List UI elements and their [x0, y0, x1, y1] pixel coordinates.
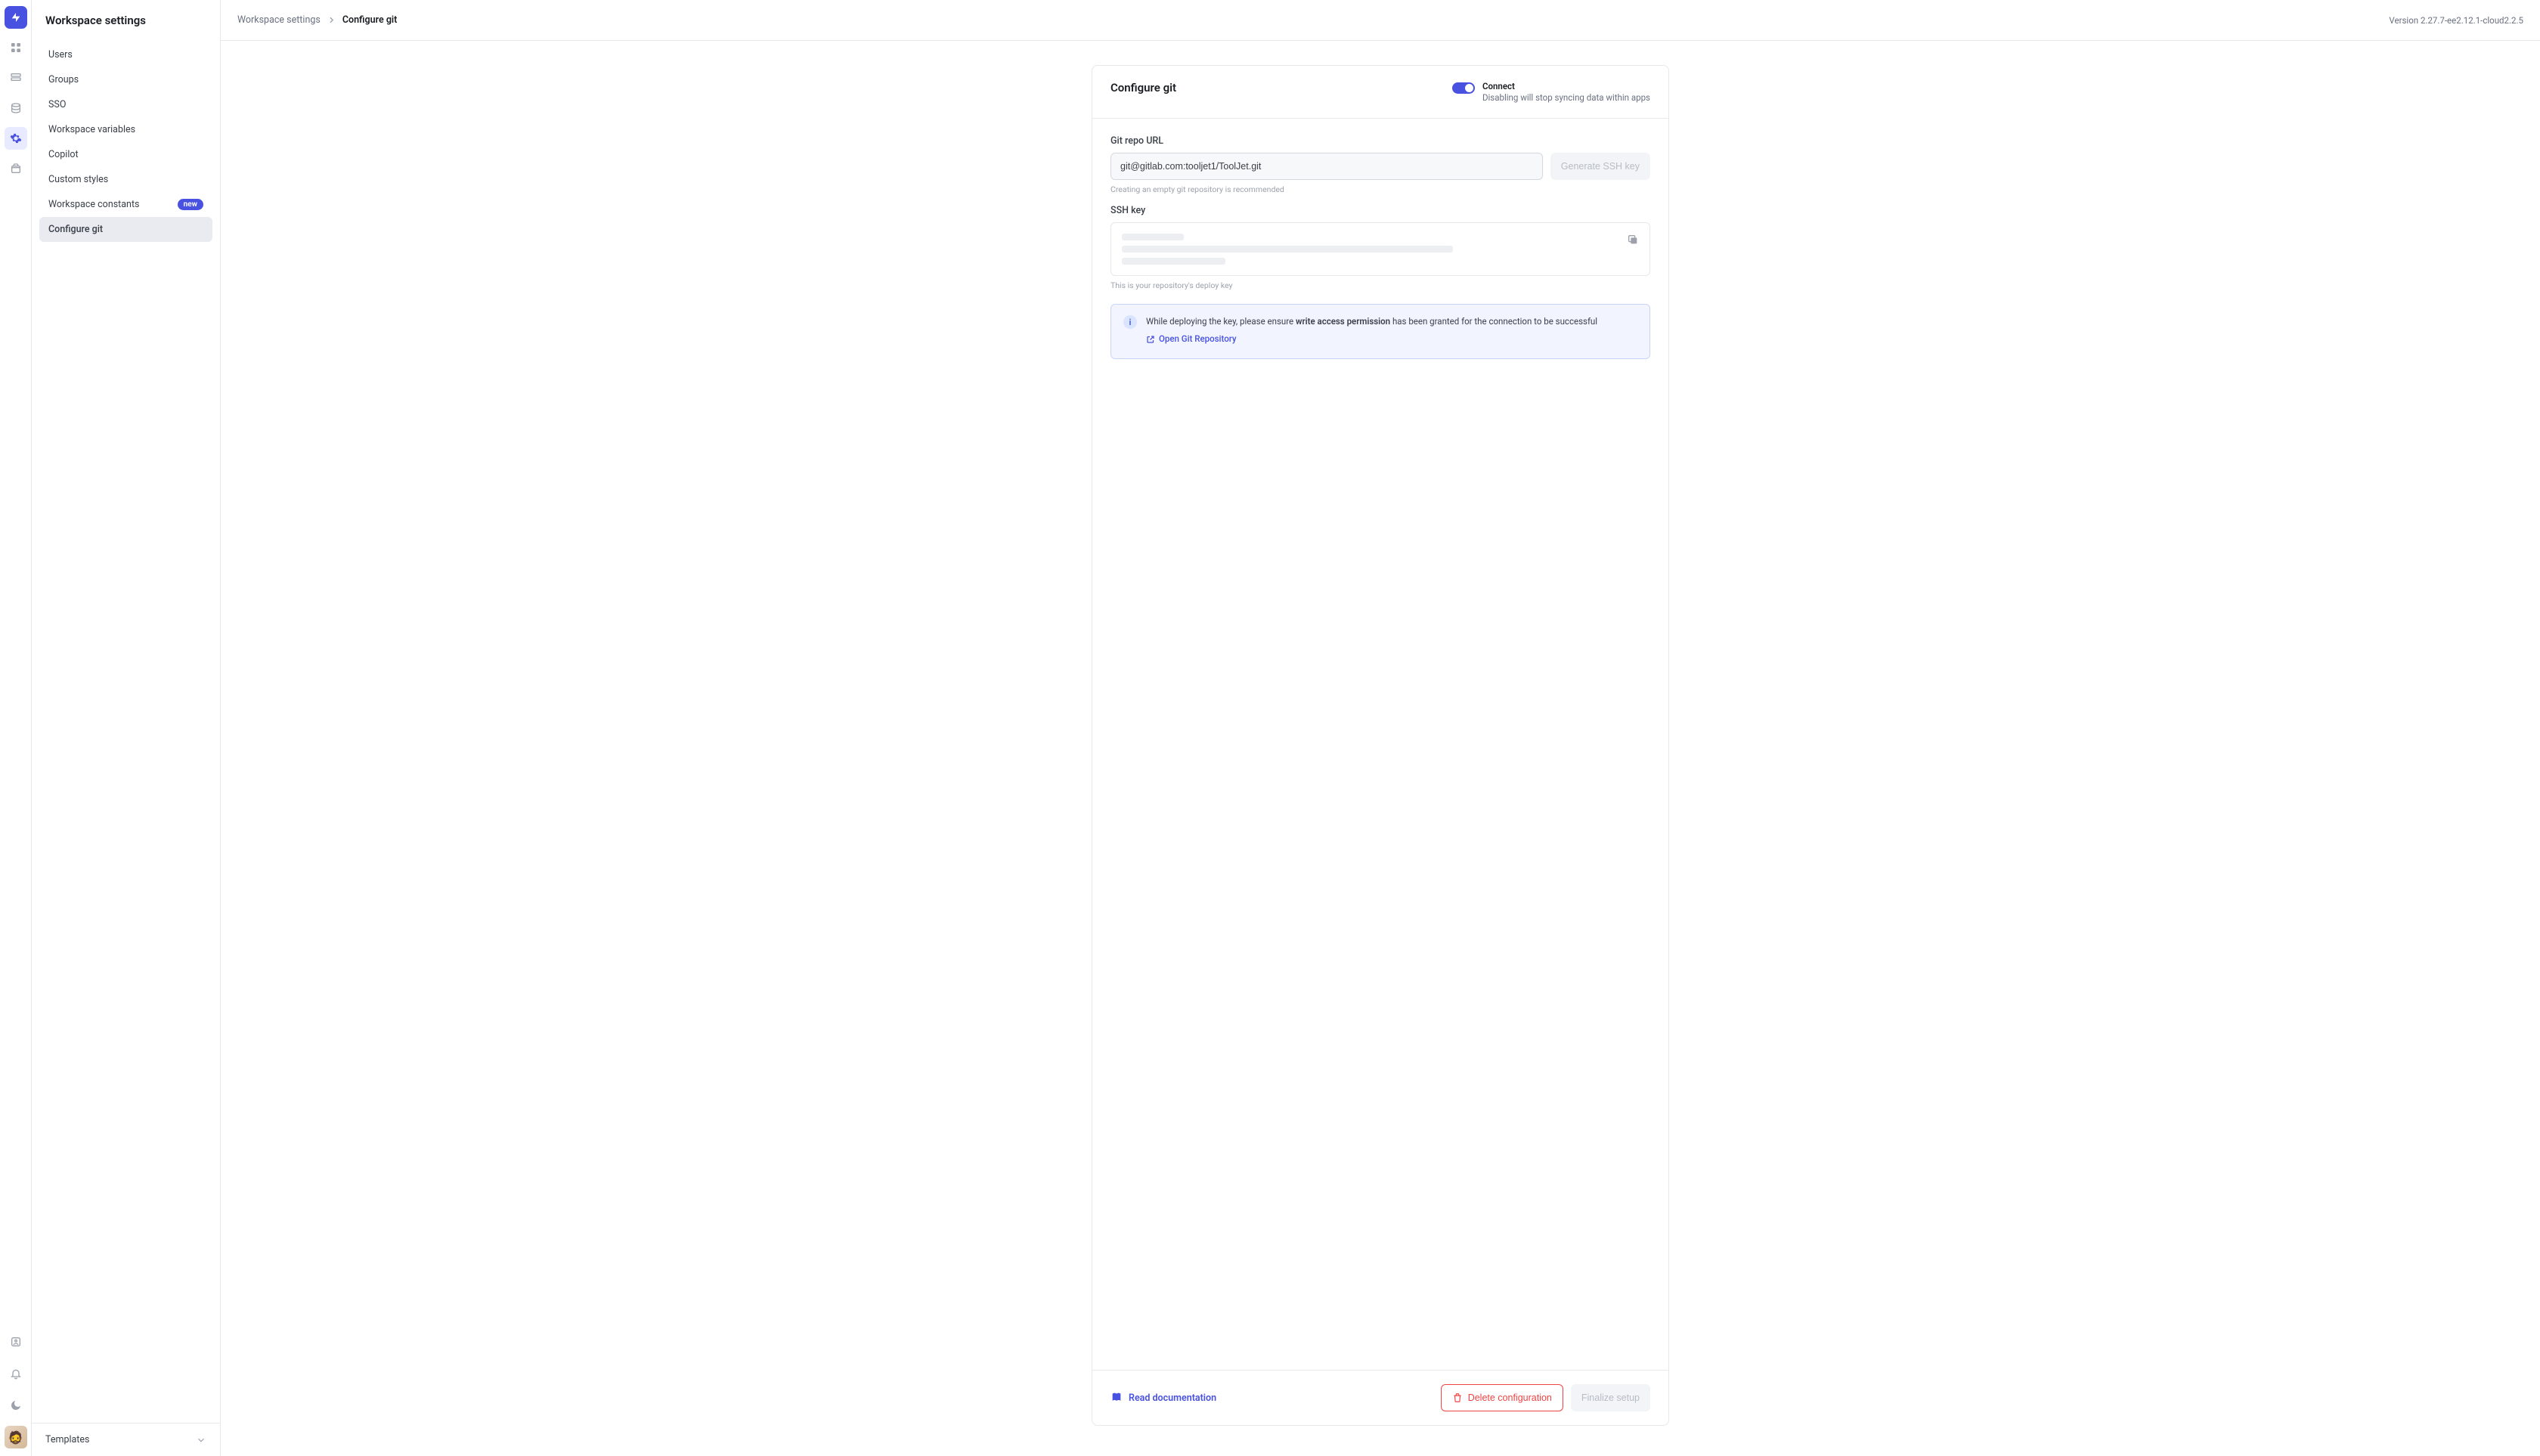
sidebar: Workspace settings Users Groups SSO Work… [32, 0, 221, 1456]
sidebar-item-label: Configure git [48, 224, 103, 235]
sidebar-item-custom-styles[interactable]: Custom styles [39, 167, 212, 192]
apps-icon[interactable] [5, 36, 27, 59]
read-documentation-link[interactable]: Read documentation [1110, 1392, 1216, 1404]
banner-text-bold: write access permission [1296, 316, 1390, 327]
datasource-icon[interactable] [5, 97, 27, 119]
sidebar-item-label: Workspace constants [48, 199, 140, 210]
database-icon[interactable] [5, 67, 27, 89]
icon-rail: 🧔 [0, 0, 32, 1456]
button-label: Finalize setup [1581, 1392, 1640, 1403]
sidebar-item-label: Users [48, 49, 73, 60]
link-label: Read documentation [1129, 1392, 1216, 1404]
settings-icon[interactable] [5, 127, 27, 150]
sidebar-item-label: Workspace variables [48, 124, 135, 135]
info-icon: i [1123, 315, 1137, 329]
sidebar-item-groups[interactable]: Groups [39, 67, 212, 92]
sidebar-item-copilot[interactable]: Copilot [39, 142, 212, 167]
finalize-setup-button[interactable]: Finalize setup [1571, 1384, 1650, 1411]
marketplace-icon[interactable] [5, 157, 27, 180]
ssh-key-helper: This is your repository's deploy key [1110, 280, 1650, 290]
sidebar-item-configure-git[interactable]: Configure git [39, 217, 212, 242]
ssh-key-redacted [1122, 234, 1184, 240]
card-title: Configure git [1110, 81, 1176, 94]
ssh-key-redacted [1122, 246, 1453, 252]
sidebar-item-label: Copilot [48, 149, 79, 160]
breadcrumb-root[interactable]: Workspace settings [237, 14, 321, 26]
help-icon[interactable] [5, 1331, 27, 1353]
sidebar-item-label: SSO [48, 99, 66, 110]
version-text: Version 2.27.7-ee2.12.1-cloud2.2.5 [2389, 15, 2523, 26]
button-label: Delete configuration [1468, 1392, 1552, 1403]
chevron-down-icon [196, 1435, 206, 1445]
trash-icon [1452, 1392, 1463, 1403]
link-label: Open Git Repository [1159, 333, 1237, 345]
avatar[interactable]: 🧔 [5, 1426, 27, 1448]
connect-title: Connect [1482, 81, 1650, 91]
external-link-icon [1146, 335, 1155, 344]
ssh-key-box [1110, 222, 1650, 276]
sidebar-footer-templates[interactable]: Templates [32, 1423, 220, 1456]
banner-text-suffix: has been granted for the connection to b… [1390, 316, 1597, 327]
connect-subtitle: Disabling will stop syncing data within … [1482, 92, 1650, 103]
theme-icon[interactable] [5, 1394, 27, 1417]
connect-toggle[interactable] [1452, 82, 1475, 94]
ssh-key-label: SSH key [1110, 205, 1650, 216]
open-git-repo-link[interactable]: Open Git Repository [1146, 333, 1237, 345]
notifications-icon[interactable] [5, 1362, 27, 1385]
git-repo-helper: Creating an empty git repository is reco… [1110, 184, 1650, 194]
sidebar-item-label: Custom styles [48, 174, 108, 185]
generate-ssh-key-button[interactable]: Generate SSH key [1550, 153, 1650, 180]
sidebar-item-sso[interactable]: SSO [39, 92, 212, 117]
sidebar-item-label: Groups [48, 74, 79, 85]
chevron-right-icon [327, 15, 336, 25]
docs-icon [1110, 1392, 1123, 1404]
sidebar-item-users[interactable]: Users [39, 42, 212, 67]
sidebar-title: Workspace settings [32, 0, 220, 36]
breadcrumb: Workspace settings Configure git [237, 14, 397, 26]
new-badge: new [178, 199, 203, 210]
copy-icon[interactable] [1624, 231, 1642, 249]
configure-git-card: Configure git Connect Disabling will sto… [1092, 65, 1669, 1426]
banner-text-prefix: While deploying the key, please ensure [1146, 316, 1296, 327]
ssh-key-redacted [1122, 258, 1225, 265]
git-repo-url-input[interactable] [1110, 153, 1543, 180]
info-banner: i While deploying the key, please ensure… [1110, 304, 1650, 359]
sidebar-item-workspace-variables[interactable]: Workspace variables [39, 117, 212, 142]
sidebar-item-workspace-constants[interactable]: Workspace constants new [39, 192, 212, 217]
logo-icon[interactable] [5, 6, 27, 29]
breadcrumb-current: Configure git [342, 14, 398, 26]
sidebar-footer-label: Templates [45, 1434, 89, 1445]
main-header: Workspace settings Configure git Version… [221, 0, 2540, 41]
button-label: Generate SSH key [1561, 161, 1640, 172]
delete-configuration-button[interactable]: Delete configuration [1441, 1384, 1563, 1411]
git-repo-url-label: Git repo URL [1110, 135, 1650, 147]
